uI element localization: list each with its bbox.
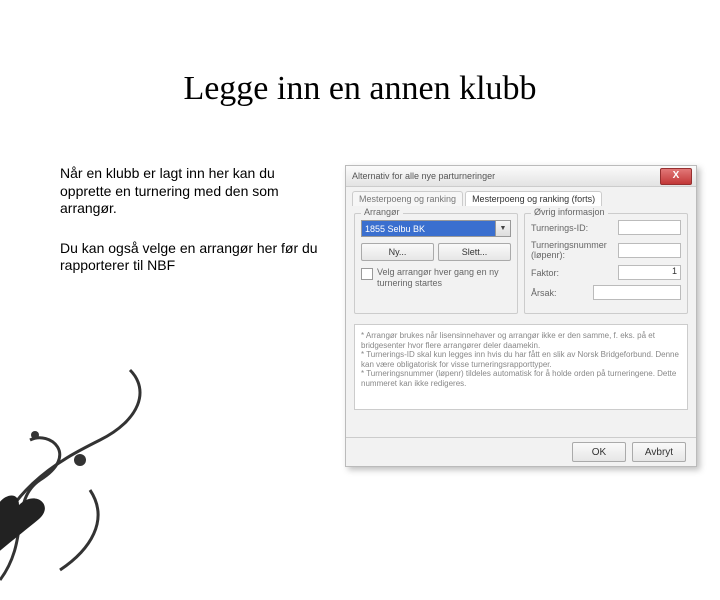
input-lopenr[interactable] (618, 243, 681, 258)
label-arsak: Årsak: (531, 288, 593, 298)
input-turnerings-id[interactable] (618, 220, 681, 235)
legend-arrangor: Arrangør (361, 207, 403, 217)
decorative-swirl (0, 340, 200, 600)
slide-title: Legge inn en annen klubb (0, 70, 720, 108)
checkbox-label: Velg arrangør hver gang en ny turnering … (377, 267, 511, 289)
new-button[interactable]: Ny... (361, 243, 434, 261)
close-button[interactable]: X (660, 168, 692, 185)
label-turnerings-id: Turnerings-ID: (531, 223, 618, 233)
input-faktor[interactable]: 1 (618, 265, 681, 280)
notes-box: * Arrangør brukes når lisensinnehaver og… (354, 324, 688, 410)
note-1: * Arrangør brukes når lisensinnehaver og… (361, 331, 681, 350)
label-faktor: Faktor: (531, 268, 618, 278)
paragraph-2: Du kan også velge en arrangør her før du… (60, 240, 320, 275)
spade-icon (0, 496, 45, 555)
dialog-window: Alternativ for alle nye parturneringer X… (345, 165, 697, 467)
choose-each-time-checkbox[interactable]: Velg arrangør hver gang en ny turnering … (361, 267, 511, 289)
tab-mesterpoeng[interactable]: Mesterpoeng og ranking (352, 191, 463, 206)
checkbox-icon (361, 268, 373, 280)
label-lopenr: Turneringsnummer (løpenr): (531, 240, 618, 260)
titlebar: Alternativ for alle nye parturneringer X (346, 166, 696, 187)
legend-ovrig: Øvrig informasjon (531, 207, 608, 217)
chevron-down-icon: ▼ (496, 220, 511, 237)
ok-button[interactable]: OK (572, 442, 626, 462)
note-2: * Turnerings-ID skal kun legges inn hvis… (361, 350, 681, 369)
dialog-button-bar: OK Avbryt (346, 437, 696, 466)
delete-button[interactable]: Slett... (438, 243, 511, 261)
arrangor-selected: 1855 Selbu BK (361, 220, 496, 237)
dialog-title: Alternativ for alle nye parturneringer (350, 171, 660, 181)
input-arsak[interactable] (593, 285, 681, 300)
fieldset-ovrig: Øvrig informasjon Turnerings-ID: Turneri… (524, 213, 688, 314)
tab-mesterpoeng-forts[interactable]: Mesterpoeng og ranking (forts) (465, 191, 602, 206)
fieldset-arrangor: Arrangør 1855 Selbu BK ▼ Ny... Slett... … (354, 213, 518, 314)
tab-bar: Mesterpoeng og ranking Mesterpoeng og ra… (346, 187, 696, 206)
body-text: Når en klubb er lagt inn her kan du oppr… (60, 165, 320, 297)
arrangor-dropdown[interactable]: 1855 Selbu BK ▼ (361, 220, 511, 237)
paragraph-1: Når en klubb er lagt inn her kan du oppr… (60, 165, 320, 218)
note-3: * Turneringsnummer (løpenr) tildeles aut… (361, 369, 681, 388)
form-area: Arrangør 1855 Selbu BK ▼ Ny... Slett... … (346, 209, 696, 318)
cancel-button[interactable]: Avbryt (632, 442, 686, 462)
